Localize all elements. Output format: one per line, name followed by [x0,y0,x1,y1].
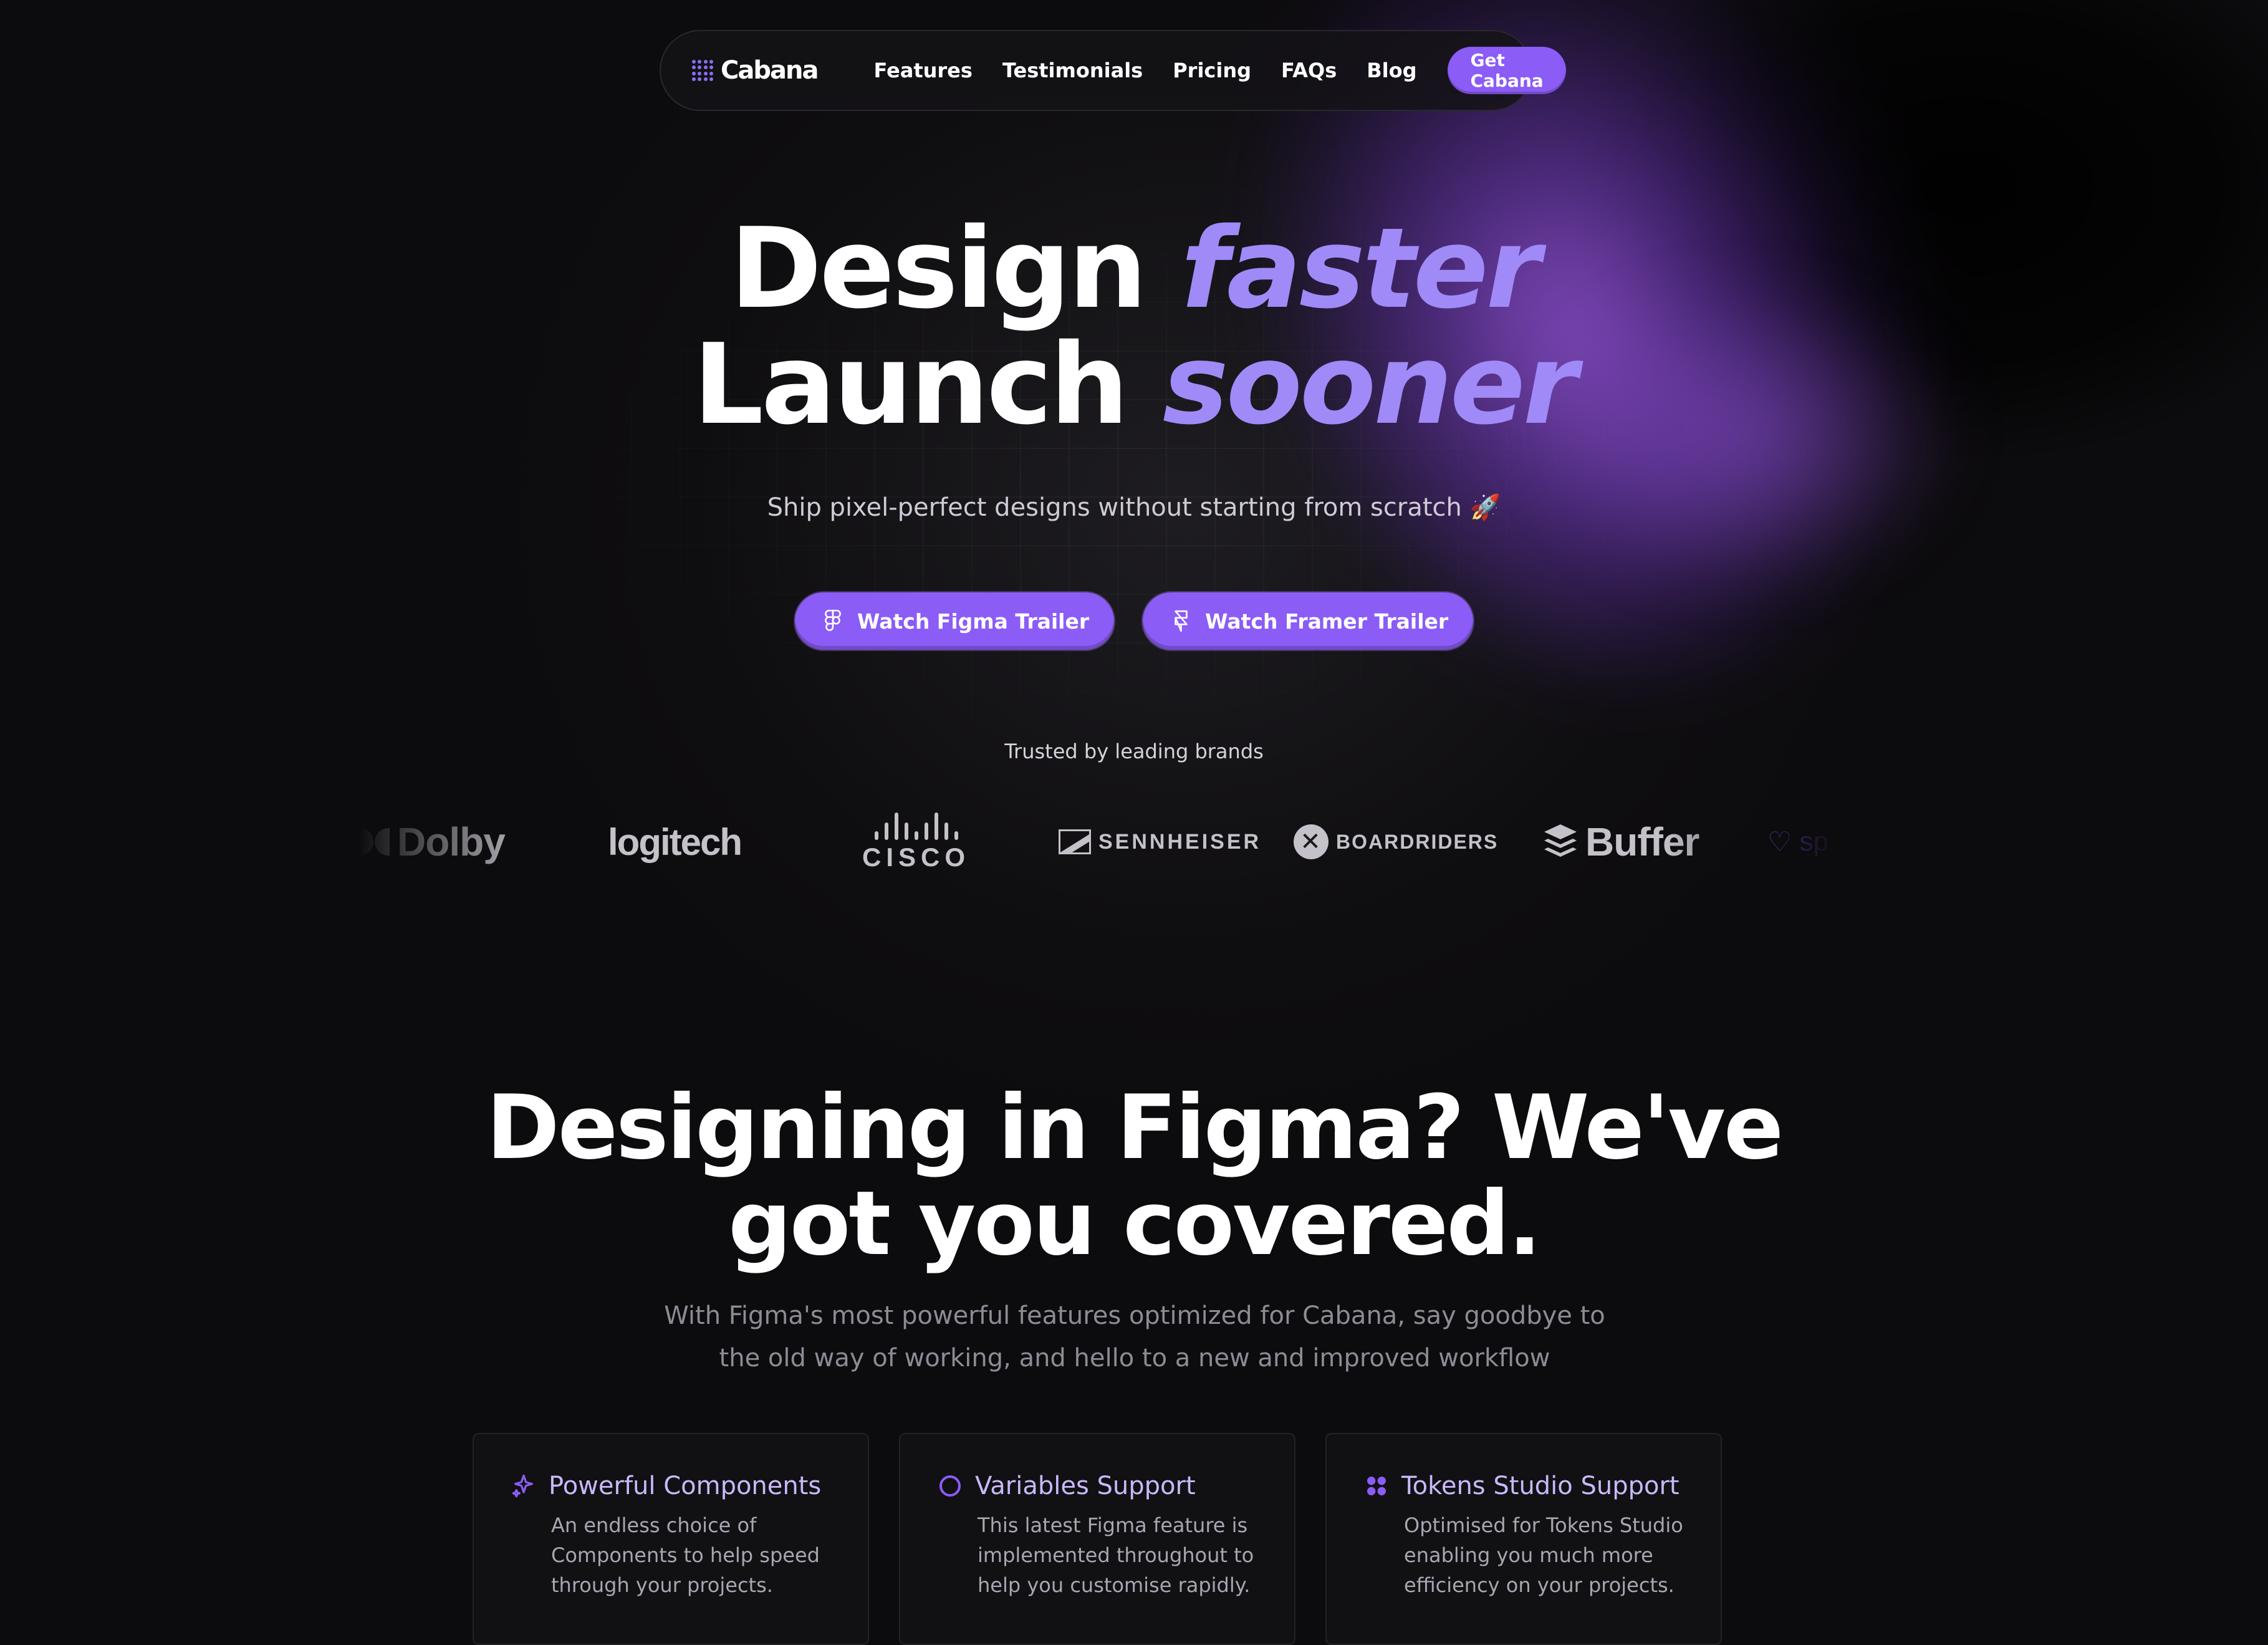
nav-link-faqs[interactable]: FAQs [1281,59,1337,82]
dolby-icon [358,828,390,856]
brand-cisco-text: CISCO [862,842,971,872]
top-nav: Cabana Features Testimonials Pricing FAQ… [660,30,1566,111]
feature-card-powerful-components[interactable]: Powerful Components An endless choice of… [473,1433,869,1645]
card-line: This latest Figma feature is [978,1513,1248,1537]
buffer-icon [1544,824,1577,857]
card-line: enabling you much more [1404,1543,1653,1567]
nav-link-blog[interactable]: Blog [1367,59,1416,82]
boardriders-icon: ✕ [1294,824,1329,859]
card-title: Variables Support [975,1472,1196,1500]
brand-logos: Dolby logitech CISCO SENNHEISER ✕ BOARDR… [358,804,1842,879]
brand-dolby-text: Dolby [397,819,506,864]
logo[interactable]: Cabana [692,56,819,85]
card-line: efficiency on your projects. [1404,1573,1675,1597]
brand-sennheiser: SENNHEISER [1059,829,1261,854]
circle-icon [939,1475,961,1497]
sennheiser-icon [1059,829,1091,854]
get-cabana-button[interactable]: Get Cabana [1448,47,1566,94]
cisco-icon [874,811,958,840]
card-header: Powerful Components [511,1472,830,1500]
watch-figma-trailer-label: Watch Figma Trailer [857,609,1090,634]
hero-title-line-2: Launch sooner [0,327,2268,443]
watch-framer-trailer-label: Watch Framer Trailer [1205,609,1449,634]
brand-buffer-text: Buffer [1585,819,1699,864]
brand-logitech-text: logitech [608,821,742,863]
section-title-line-1: Designing in Figma? We've [486,1076,1784,1179]
brand-boardriders: ✕ BOARDRIDERS [1294,824,1498,859]
nav-link-testimonials[interactable]: Testimonials [1002,59,1143,82]
brand-buffer: Buffer [1543,819,1699,865]
tokens-icon [1367,1477,1386,1495]
card-line: An endless choice of [551,1513,757,1537]
brand-logitech: logitech [608,821,742,864]
brand-partial: ♡ sp [1767,826,1828,858]
brand-dolby: Dolby [358,819,506,865]
nav-links: Features Testimonials Pricing FAQs Blog [873,59,1416,82]
nav-link-pricing[interactable]: Pricing [1173,59,1251,82]
card-header: Tokens Studio Support [1364,1472,1683,1500]
section-subtitle-line-1: With Figma's most powerful features opti… [664,1301,1605,1330]
logo-icon [692,60,713,81]
section-title: Designing in Figma? We've got you covere… [0,1080,2268,1272]
hero-word-sooner: sooner [1162,320,1578,449]
section-subtitle-line-2: the old way of working, and hello to a n… [719,1344,1550,1372]
card-description: This latest Figma feature is implemented… [978,1510,1257,1600]
feature-card-variables-support[interactable]: Variables Support This latest Figma feat… [899,1433,1295,1645]
brand-partial-text: sp [1799,826,1828,857]
watch-framer-trailer-button[interactable]: Watch Framer Trailer [1143,592,1474,650]
trusted-label: Trusted by leading brands [1004,740,1264,763]
heart-icon: ♡ [1767,826,1792,857]
sparkle-icon [512,1474,533,1498]
card-line: help you customise rapidly. [978,1573,1251,1597]
brand-sennheiser-text: SENNHEISER [1098,829,1262,854]
feature-cards: Powerful Components An endless choice of… [473,1433,1722,1645]
hero-word-faster: faster [1181,204,1540,333]
card-line: Components to help speed [551,1543,820,1567]
brand-cisco: CISCO [862,811,970,872]
card-line: implemented throughout to [978,1543,1254,1567]
card-description: An endless choice of Components to help … [551,1510,830,1600]
card-description: Optimised for Tokens Studio enabling you… [1404,1510,1683,1600]
card-title: Powerful Components [549,1472,822,1500]
nav-link-features[interactable]: Features [873,59,972,82]
figma-icon [825,609,841,631]
brand-boardriders-text: BOARDRIDERS [1336,830,1499,853]
feature-card-tokens-studio-support[interactable]: Tokens Studio Support Optimised for Toke… [1325,1433,1722,1645]
hero-subtitle: Ship pixel-perfect designs without start… [767,493,1501,522]
hero-word-design: Design [729,204,1148,333]
hero-title-line-1: Design faster [0,211,2268,327]
watch-figma-trailer-button[interactable]: Watch Figma Trailer [795,592,1115,650]
card-header: Variables Support [938,1472,1257,1500]
section-title-line-2: got you covered. [728,1172,1542,1275]
hero-buttons: Watch Figma Trailer Watch Framer Trailer [795,592,1474,650]
section-subtitle: With Figma's most powerful features opti… [648,1295,1621,1379]
card-title: Tokens Studio Support [1401,1472,1679,1500]
card-line: through your projects. [551,1573,773,1597]
framer-icon [1175,610,1188,632]
hero-word-launch: Launch [693,320,1129,449]
logo-text: Cabana [721,56,819,85]
card-line: Optimised for Tokens Studio [1404,1513,1683,1537]
